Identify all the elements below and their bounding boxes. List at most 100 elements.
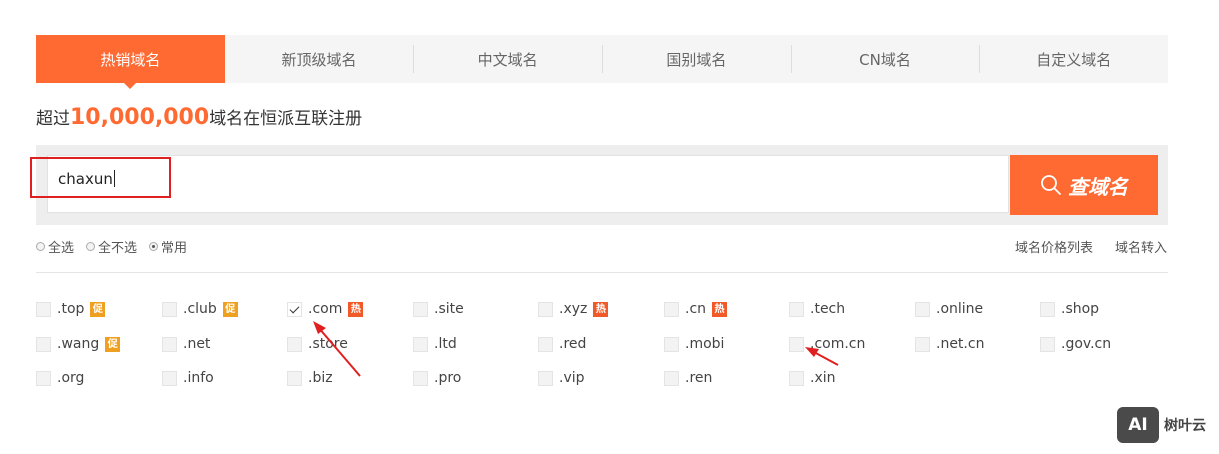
suffix-checkbox[interactable] bbox=[36, 370, 51, 386]
domain-suffix-item[interactable]: .tech bbox=[789, 299, 845, 319]
domain-suffix-item[interactable]: .top 促 bbox=[36, 299, 106, 319]
domain-suffix-item[interactable]: .ltd bbox=[413, 334, 457, 354]
suffix-checkbox[interactable] bbox=[413, 301, 428, 317]
domain-suffix-item[interactable]: .xyz 热 bbox=[538, 299, 609, 319]
suffix-label: .biz bbox=[308, 370, 333, 386]
suffix-label: .cn bbox=[685, 301, 707, 317]
domain-suffix-item[interactable]: .vip bbox=[538, 368, 585, 388]
suffix-checkbox[interactable] bbox=[538, 301, 553, 317]
tab-cn-domains[interactable]: CN域名 bbox=[790, 35, 980, 83]
hot-badge: 热 bbox=[348, 301, 364, 317]
suffix-label: .xin bbox=[810, 370, 836, 386]
domain-suffix-item[interactable]: .club 促 bbox=[162, 299, 238, 319]
suffix-checkbox[interactable] bbox=[162, 370, 177, 386]
suffix-checkbox[interactable] bbox=[789, 336, 804, 352]
domain-suffix-item[interactable]: .org bbox=[36, 368, 84, 388]
tab-new-gtld[interactable]: 新顶级域名 bbox=[225, 35, 414, 83]
suffix-checkbox[interactable] bbox=[1040, 336, 1055, 352]
suffix-checkbox[interactable] bbox=[915, 336, 930, 352]
suffix-checkbox[interactable] bbox=[664, 301, 679, 317]
suffix-checkbox[interactable] bbox=[789, 301, 804, 317]
promo-badge: 促 bbox=[105, 336, 121, 352]
domain-suffix-item[interactable]: .net bbox=[162, 334, 210, 354]
promo-badge: 促 bbox=[222, 301, 238, 317]
suffix-checkbox[interactable] bbox=[287, 370, 302, 386]
suffix-checkbox[interactable] bbox=[664, 370, 679, 386]
suffix-checkbox[interactable] bbox=[413, 370, 428, 386]
radio-select-none[interactable] bbox=[86, 242, 96, 251]
tab-custom-domains[interactable]: 自定义域名 bbox=[979, 35, 1168, 83]
search-icon bbox=[1041, 175, 1061, 195]
suffix-label: .shop bbox=[1061, 301, 1100, 317]
suffix-checkbox[interactable] bbox=[287, 336, 302, 352]
radio-select-all[interactable] bbox=[36, 242, 45, 251]
domain-category-tabs: 热销域名 新顶级域名 中文域名 国别域名 CN域名 自定义域名 bbox=[36, 35, 1168, 89]
suffix-checkbox[interactable] bbox=[36, 301, 51, 317]
watermark-text: 树叶云 bbox=[1164, 418, 1206, 434]
domain-search-input[interactable]: chaxun bbox=[47, 155, 1009, 213]
suffix-checkbox[interactable] bbox=[287, 301, 302, 317]
domain-suffix-item[interactable]: .site bbox=[413, 299, 464, 319]
suffix-label: .store bbox=[308, 336, 348, 352]
suffix-checkbox[interactable] bbox=[36, 336, 51, 352]
suffix-label: .top bbox=[57, 301, 85, 317]
domain-suffix-item[interactable]: .xin bbox=[789, 368, 836, 388]
domain-suffix-item[interactable]: .pro bbox=[413, 368, 461, 388]
suffix-label: .info bbox=[183, 370, 214, 386]
divider bbox=[36, 272, 1168, 273]
suffix-checkbox[interactable] bbox=[162, 336, 177, 352]
price-list-link[interactable]: 域名价格列表 bbox=[1015, 237, 1093, 256]
suffix-checkbox[interactable] bbox=[664, 336, 679, 352]
watermark: AI 树叶云 bbox=[1117, 407, 1206, 443]
suffix-checkbox[interactable] bbox=[789, 370, 804, 386]
domain-suffix-item[interactable]: .store bbox=[287, 334, 348, 354]
domain-suffix-item[interactable]: .com.cn bbox=[789, 334, 865, 354]
suffix-checkbox[interactable] bbox=[1040, 301, 1055, 317]
promo-badge: 促 bbox=[90, 301, 106, 317]
domain-suffix-item[interactable]: .shop bbox=[1040, 299, 1099, 319]
tab-country-domains[interactable]: 国别域名 bbox=[602, 35, 791, 83]
suffix-checkbox[interactable] bbox=[162, 301, 177, 317]
suffix-label: .ren bbox=[685, 370, 713, 386]
option-select-none[interactable]: 全不选 bbox=[86, 237, 137, 256]
option-select-all[interactable]: 全选 bbox=[36, 237, 74, 256]
domain-suffix-item[interactable]: .red bbox=[538, 334, 586, 354]
tab-chinese-domains[interactable]: 中文域名 bbox=[413, 35, 602, 83]
transfer-link[interactable]: 域名转入 bbox=[1115, 237, 1167, 256]
quick-links: 域名价格列表 域名转入 bbox=[993, 237, 1167, 256]
suffix-label: .net.cn bbox=[936, 336, 985, 352]
selection-options: 全选 全不选 常用 bbox=[36, 237, 199, 256]
domain-suffix-item[interactable]: .online bbox=[915, 299, 983, 319]
hot-badge: 热 bbox=[712, 301, 728, 317]
domain-suffix-item[interactable]: .mobi bbox=[664, 334, 724, 354]
domain-suffix-item[interactable]: .com 热 bbox=[287, 299, 364, 319]
domain-suffix-item[interactable]: .biz bbox=[287, 368, 333, 388]
suffix-label: .gov.cn bbox=[1061, 336, 1112, 352]
option-label: 全选 bbox=[48, 241, 75, 256]
domain-suffix-item[interactable]: .wang 促 bbox=[36, 334, 121, 354]
tagline-count: 10,000,000 bbox=[70, 105, 210, 130]
tab-hot-domains[interactable]: 热销域名 bbox=[36, 35, 225, 89]
suffix-label: .wang bbox=[57, 336, 100, 352]
domain-suffix-item[interactable]: .info bbox=[162, 368, 214, 388]
domain-suffix-item[interactable]: .cn 热 bbox=[664, 299, 728, 319]
text-caret bbox=[113, 170, 115, 187]
suffix-checkbox[interactable] bbox=[538, 370, 553, 386]
suffix-label: .tech bbox=[810, 301, 846, 317]
search-domain-button[interactable]: 查域名 bbox=[1010, 155, 1158, 215]
domain-suffix-item[interactable]: .gov.cn bbox=[1040, 334, 1111, 354]
suffix-label: .net bbox=[183, 336, 211, 352]
suffix-label: .pro bbox=[434, 370, 462, 386]
suffix-label: .ltd bbox=[434, 336, 457, 352]
option-common[interactable]: 常用 bbox=[149, 237, 187, 256]
suffix-label: .org bbox=[57, 370, 85, 386]
suffix-checkbox[interactable] bbox=[413, 336, 428, 352]
domain-suffix-item[interactable]: .net.cn bbox=[915, 334, 984, 354]
search-panel: chaxun 查域名 bbox=[36, 145, 1168, 225]
suffix-checkbox[interactable] bbox=[915, 301, 930, 317]
domain-suffix-item[interactable]: .ren bbox=[664, 368, 712, 388]
suffix-checkbox[interactable] bbox=[538, 336, 553, 352]
radio-common[interactable] bbox=[149, 242, 159, 251]
suffix-label: .club bbox=[183, 301, 217, 317]
suffix-label: .xyz bbox=[559, 301, 588, 317]
